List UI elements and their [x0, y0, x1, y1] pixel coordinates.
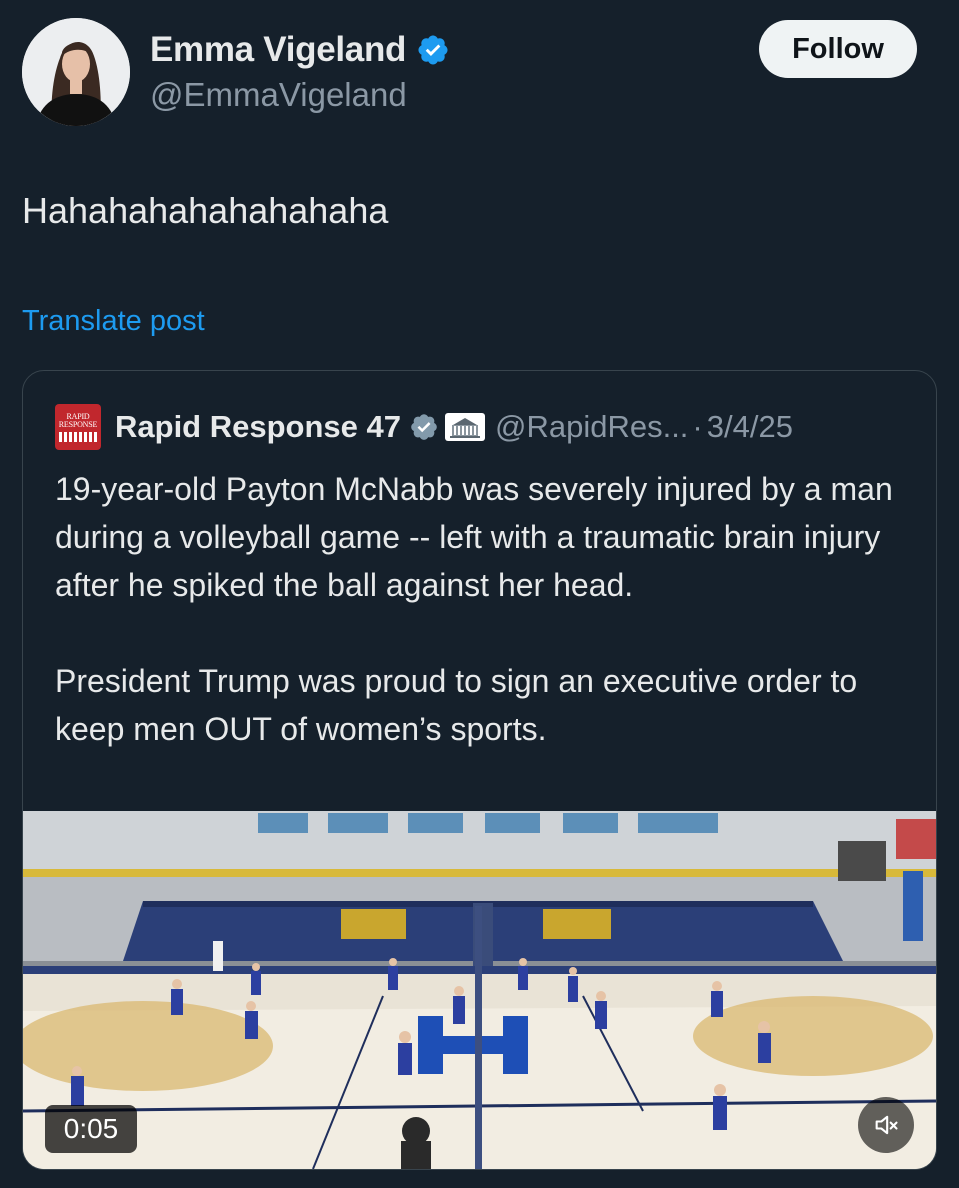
translate-post-link[interactable]: Translate post [22, 305, 205, 338]
video-timestamp: 0:05 [45, 1105, 137, 1153]
quoted-post-text: 19-year-old Payton McNabb was severely i… [55, 465, 925, 801]
video-player[interactable]: 0:05 [23, 811, 936, 1169]
verified-badge-gray-icon[interactable] [409, 412, 439, 442]
mute-toggle-button[interactable] [858, 1097, 914, 1153]
author-name-row: Emma Vigeland [150, 30, 450, 70]
logo-columns-graphic [59, 431, 97, 442]
separator-dot: · [692, 409, 703, 444]
white-house-icon[interactable] [444, 413, 485, 441]
logo-text-line2: RESPONSE [58, 419, 98, 429]
post-header: Emma Vigeland @EmmaVigeland Follow [22, 18, 937, 128]
author-avatar[interactable] [22, 18, 130, 126]
volleyball-gym-video-frame [23, 811, 936, 1169]
speaker-muted-icon [875, 1115, 898, 1135]
quoted-post-card[interactable]: RAPID RESPONSE Rapid Response 47 @RapidR… [22, 370, 937, 1170]
author-handle[interactable]: @EmmaVigeland [150, 76, 407, 114]
post-text: Hahahahahahahahaha [22, 190, 389, 231]
quoted-author-handle[interactable]: @RapidRes... [495, 409, 688, 445]
avatar-portrait-image [22, 18, 130, 126]
rapid-response-logo[interactable]: RAPID RESPONSE [55, 404, 101, 450]
follow-button[interactable]: Follow [759, 20, 917, 78]
quoted-author-name[interactable]: Rapid Response 47 [115, 409, 401, 445]
quoted-paragraph-2: President Trump was proud to sign an exe… [55, 663, 858, 747]
quoted-post-date[interactable]: 3/4/25 [707, 409, 793, 445]
verified-badge-icon[interactable] [416, 33, 450, 67]
author-display-name[interactable]: Emma Vigeland [150, 30, 406, 70]
quoted-paragraph-1: 19-year-old Payton McNabb was severely i… [55, 471, 893, 603]
quoted-post-header: RAPID RESPONSE Rapid Response 47 @RapidR… [55, 403, 793, 451]
